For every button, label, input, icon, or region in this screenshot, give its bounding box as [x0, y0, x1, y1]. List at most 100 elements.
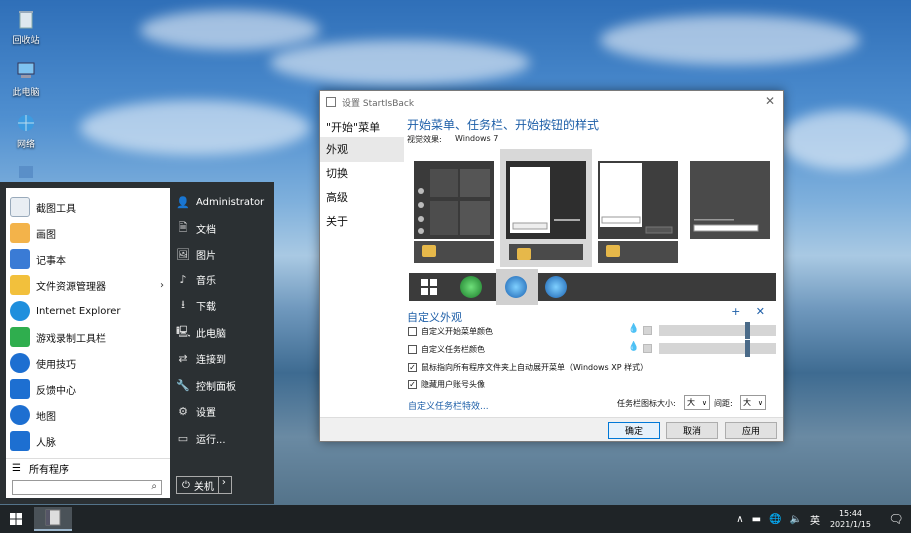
add-remove-icons[interactable]: + ✕: [731, 305, 771, 318]
win7-preview-icon: [510, 167, 580, 233]
program-maps[interactable]: 地图: [6, 402, 170, 428]
orb-win7-alt-icon[interactable]: [545, 276, 567, 298]
orb-win10-icon[interactable]: [420, 278, 438, 296]
cloud: [80, 100, 310, 155]
start-right-label: 音乐: [196, 275, 216, 287]
slider-handle[interactable]: [745, 322, 750, 339]
start-right-settings[interactable]: ⚙ 设置: [176, 399, 272, 423]
program-tips[interactable]: 使用技巧: [6, 350, 170, 376]
ok-button[interactable]: 确定: [608, 422, 660, 439]
start-right-user[interactable]: 👤 Administrator: [176, 190, 272, 214]
icon-size-select[interactable]: 大 ∨: [684, 395, 710, 410]
program-feedback-hub[interactable]: 反馈中心: [6, 376, 170, 402]
network-icon[interactable]: 🌐: [769, 514, 781, 525]
windows-logo-icon: [10, 513, 22, 525]
checkbox-xp-expand[interactable]: ✓ 鼠标指向所有程序文件夹上自动展开菜单（Windows XP 样式）: [408, 360, 648, 374]
checkbox-box: [408, 344, 417, 354]
orb-win7-icon[interactable]: [505, 276, 527, 298]
classic-preview-icon: [693, 219, 759, 232]
program-notepad[interactable]: 记事本: [6, 246, 170, 272]
close-icon[interactable]: ✕: [765, 94, 775, 108]
settings-window: 设置 StartIsBack ✕ "开始"菜单 外观 切换 高级 关于 开始菜单…: [319, 90, 784, 442]
taskbar-color-slider[interactable]: [659, 340, 776, 357]
start-right-label: 此电脑: [196, 328, 226, 340]
checkbox-hide-avatar[interactable]: ✓ 隐藏用户账号头像: [408, 377, 485, 391]
desktop-icon-recycle-bin[interactable]: 回收站: [6, 8, 46, 46]
start-right-control-panel[interactable]: 🔧 控制面板: [176, 373, 272, 397]
checkbox-label: 自定义任务栏颜色: [421, 344, 485, 354]
orb-green-icon[interactable]: [460, 276, 482, 298]
checkbox-custom-taskbar-color[interactable]: 自定义任务栏颜色: [408, 342, 485, 356]
eyedropper-icon[interactable]: 💧: [628, 324, 639, 334]
start-search-input[interactable]: ⌕: [12, 480, 162, 495]
start-button[interactable]: [4, 507, 28, 531]
taskbar-thumb-2[interactable]: [506, 241, 586, 263]
slider-handle[interactable]: [745, 340, 750, 357]
dialog-button-bar: 确定 取消 应用: [320, 417, 783, 441]
shutdown-button[interactable]: ⏻ 关机 ›: [176, 476, 232, 494]
window-titlebar[interactable]: 设置 StartIsBack: [320, 91, 783, 113]
color-swatch[interactable]: [643, 344, 652, 353]
apply-button[interactable]: 应用: [725, 422, 777, 439]
clock[interactable]: 15:44 2021/1/15: [830, 508, 871, 530]
program-internet-explorer[interactable]: Internet Explorer: [6, 298, 170, 324]
feedback-icon: [10, 379, 30, 399]
tray-chevron-icon[interactable]: ∧: [736, 514, 743, 525]
start-right-run[interactable]: ▭ 运行...: [176, 426, 272, 450]
nav-appearance[interactable]: 外观: [320, 137, 404, 162]
taskbar-app-settings[interactable]: [34, 507, 72, 531]
program-label: 文件资源管理器: [36, 281, 106, 293]
computer-icon: 🖳: [176, 324, 191, 338]
start-right-connect[interactable]: ⇄ 连接到: [176, 346, 272, 370]
taskbar-thumb-3[interactable]: [598, 241, 678, 263]
checkbox-custom-start-color[interactable]: 自定义开始菜单颜色: [408, 324, 493, 338]
program-label: 使用技巧: [36, 359, 76, 371]
color-swatch[interactable]: [643, 326, 652, 335]
desktop-icon-computer[interactable]: 此电脑: [6, 60, 46, 98]
start-color-slider[interactable]: [659, 322, 776, 339]
desktop-icon-label: 回收站: [12, 36, 40, 46]
program-file-explorer[interactable]: 文件资源管理器 ›: [6, 272, 170, 298]
start-right-pictures[interactable]: 🖼 图片: [176, 242, 272, 266]
style-thumb-win7[interactable]: [506, 161, 586, 239]
start-right-downloads[interactable]: ⭳ 下载: [176, 293, 272, 317]
program-paint[interactable]: 画图: [6, 220, 170, 246]
folder-icon: [10, 275, 30, 295]
snipping-tool-icon: [10, 197, 30, 217]
taskbar-effects-link[interactable]: 自定义任务栏特效...: [408, 399, 489, 412]
start-right-documents[interactable]: 🗎 文档: [176, 216, 272, 240]
program-people[interactable]: 人脉: [6, 428, 170, 454]
program-label: 截图工具: [36, 203, 76, 215]
nav-switching[interactable]: 切换: [320, 161, 404, 186]
notification-icon[interactable]: 🗨: [881, 512, 911, 526]
eyedropper-icon[interactable]: 💧: [628, 342, 639, 352]
spacing-select[interactable]: 大 ∨: [740, 395, 766, 410]
start-right-label: Administrator: [196, 196, 265, 208]
volume-icon[interactable]: 🔈: [790, 514, 802, 525]
start-right-music[interactable]: ♪ 音乐: [176, 267, 272, 291]
start-right-this-pc[interactable]: 🖳 此电脑: [176, 320, 272, 344]
program-label: 反馈中心: [36, 385, 76, 397]
style-thumb-win8[interactable]: [598, 161, 678, 239]
start-menu-programs: 截图工具 画图 记事本 文件资源管理器 › Internet Explorer 游…: [6, 188, 170, 498]
desktop-icon-network[interactable]: 网络: [6, 112, 46, 150]
program-game-bar[interactable]: 游戏录制工具栏: [6, 324, 170, 350]
submenu-arrow-icon: ›: [160, 279, 164, 291]
style-thumb-win10[interactable]: [414, 161, 494, 239]
taskbar-thumb-1[interactable]: [414, 241, 494, 263]
chevron-down-icon: ∨: [757, 398, 763, 407]
ime-indicator[interactable]: 英: [810, 512, 820, 527]
all-programs-button[interactable]: ☰ 所有程序: [6, 458, 170, 478]
cancel-button[interactable]: 取消: [666, 422, 718, 439]
visual-style-label: 视觉效果:: [407, 135, 442, 144]
battery-icon[interactable]: ▬: [752, 514, 761, 525]
program-snipping-tool[interactable]: 截图工具: [6, 194, 170, 220]
folder-icon: [422, 245, 436, 257]
gear-icon: ⚙: [178, 404, 188, 418]
shutdown-options-arrow-icon[interactable]: ›: [217, 477, 226, 493]
nav-about[interactable]: 关于: [320, 209, 404, 234]
style-thumb-classic[interactable]: [690, 161, 770, 239]
win10-preview-icon: [418, 169, 490, 235]
nav-advanced[interactable]: 高级: [320, 185, 404, 210]
start-right-label: 设置: [196, 407, 216, 419]
